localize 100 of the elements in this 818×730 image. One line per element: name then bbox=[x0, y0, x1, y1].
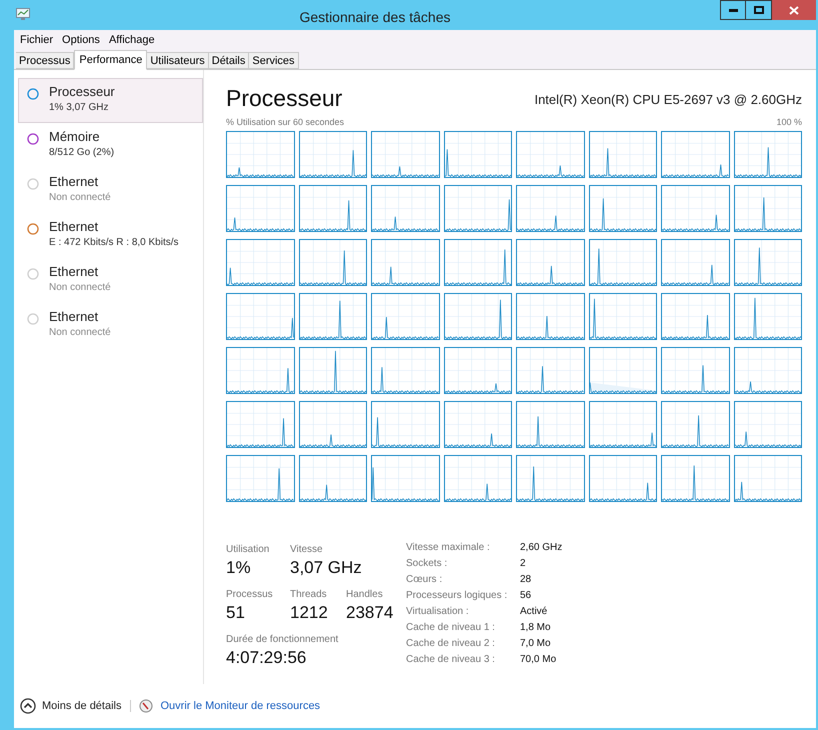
cpu-core-graph bbox=[516, 400, 584, 448]
panel-title: Processeur bbox=[226, 84, 342, 112]
sidebar-item[interactable]: Ethernet Non connecté bbox=[18, 258, 203, 303]
maximize-button[interactable] bbox=[746, 0, 772, 20]
cpu-core-graph bbox=[516, 454, 584, 502]
stat-value: 1212 bbox=[290, 602, 329, 624]
stat-label: Handles bbox=[346, 588, 384, 602]
spec-value: 2 bbox=[520, 556, 527, 571]
cpu-core-graph bbox=[516, 346, 584, 394]
cpu-core-graph bbox=[444, 346, 512, 394]
menu-item[interactable]: Affichage bbox=[108, 32, 155, 48]
item-detail: Non connecté bbox=[49, 326, 111, 340]
item-detail: Non connecté bbox=[49, 191, 111, 205]
cpu-core-graph bbox=[516, 130, 584, 178]
app-icon bbox=[16, 8, 30, 20]
cpu-core-graph bbox=[298, 238, 367, 286]
cpu-core-graph bbox=[516, 184, 584, 232]
spec-label: Cache de niveau 1 : bbox=[406, 621, 496, 636]
cpu-core-graph bbox=[734, 184, 802, 232]
cpu-core-graph bbox=[734, 346, 802, 394]
item-detail: 1% 3,07 GHz bbox=[49, 101, 110, 115]
cpu-core-graph bbox=[298, 454, 367, 502]
spec-value: 1,8 Mo bbox=[520, 621, 552, 636]
spec-value: 2,60 GHz bbox=[520, 540, 562, 554]
cpu-core-graph bbox=[226, 292, 294, 340]
stat-value: 1% bbox=[226, 556, 252, 578]
spec-label: Cache de niveau 3 : bbox=[406, 653, 496, 668]
cpu-core-graph bbox=[734, 130, 802, 178]
cpu-core-graph bbox=[444, 184, 512, 232]
spec-label: Processeurs logiques : bbox=[406, 588, 508, 603]
minimize-button[interactable] bbox=[720, 0, 746, 20]
cpu-core-graph bbox=[226, 184, 294, 232]
resource-monitor-link[interactable]: Ouvrir le Moniteur de ressources bbox=[160, 698, 320, 714]
menu-item[interactable]: Fichier bbox=[20, 32, 54, 48]
sidebar-item[interactable]: Ethernet E : 472 Kbits/s R : 8,0 Kbits/s bbox=[18, 213, 203, 258]
cpu-core-graph bbox=[298, 400, 367, 448]
item-name: Mémoire bbox=[49, 128, 101, 145]
cpu-core-graph bbox=[371, 130, 440, 178]
cpu-core-graph bbox=[516, 238, 584, 286]
item-name: Ethernet bbox=[49, 308, 100, 325]
cpu-core-graph bbox=[734, 454, 802, 502]
sidebar-item[interactable]: Ethernet Non connecté bbox=[18, 168, 203, 213]
stat-value: 3,07 GHz bbox=[290, 556, 363, 578]
item-detail: E : 472 Kbits/s R : 8,0 Kbits/s bbox=[49, 236, 179, 250]
cpu-core-graph bbox=[444, 238, 512, 286]
cpu-core-graph bbox=[371, 400, 440, 448]
cpu-core-graph bbox=[661, 184, 730, 232]
cpu-core-graph bbox=[371, 292, 440, 340]
tab[interactable]: Utilisateurs bbox=[147, 52, 209, 69]
stat-label: Utilisation bbox=[226, 542, 270, 556]
spec-label: Cache de niveau 2 : bbox=[406, 637, 496, 652]
tab[interactable]: Services bbox=[249, 52, 299, 69]
cpu-core-graph bbox=[371, 346, 440, 394]
sidebar-item[interactable]: Mémoire 8/512 Go (2%) bbox=[18, 123, 203, 168]
sidebar-item[interactable]: Ethernet Non connecté bbox=[18, 303, 203, 348]
tab[interactable]: Performance bbox=[74, 50, 148, 70]
gauge-icon bbox=[138, 699, 152, 713]
spec-label: Sockets : bbox=[406, 556, 448, 571]
cpu-core-graph bbox=[226, 238, 294, 286]
stat-value: 51 bbox=[226, 602, 246, 624]
cpu-core-graph bbox=[661, 238, 730, 286]
cpu-core-graph bbox=[298, 184, 367, 232]
item-name: Ethernet bbox=[49, 263, 100, 280]
cpu-core-graph bbox=[734, 238, 802, 286]
menu-item[interactable]: Options bbox=[62, 32, 100, 48]
stat-value: 4:07:29:56 bbox=[226, 646, 308, 668]
cpu-core-graph bbox=[588, 238, 657, 286]
cpu-core-graph bbox=[226, 454, 294, 502]
graph-max-label: 100 % bbox=[776, 116, 802, 129]
sidebar-item[interactable]: Processeur 1% 3,07 GHz bbox=[18, 78, 203, 123]
stat-label: Threads bbox=[290, 588, 328, 602]
tab[interactable]: Détails bbox=[208, 52, 250, 69]
cpu-core-graph bbox=[226, 130, 294, 178]
cpu-core-graph bbox=[298, 346, 367, 394]
spec-value: 56 bbox=[520, 588, 532, 603]
close-button[interactable] bbox=[772, 0, 816, 20]
graph-caption: % Utilisation sur 60 secondes bbox=[226, 116, 344, 129]
stat-label: Processus bbox=[226, 588, 274, 602]
close-icon bbox=[789, 6, 799, 14]
cpu-core-graph bbox=[661, 292, 730, 340]
item-name: Processeur bbox=[49, 83, 115, 100]
spec-label: Vitesse maximale : bbox=[406, 540, 491, 554]
cpu-core-graph bbox=[588, 184, 657, 232]
spec-value: 28 bbox=[520, 572, 532, 587]
item-name: Ethernet bbox=[49, 218, 100, 235]
cpu-core-graph bbox=[298, 292, 367, 340]
item-name: Ethernet bbox=[49, 173, 100, 190]
cpu-core-graph bbox=[588, 292, 657, 340]
spec-value: 7,0 Mo bbox=[520, 637, 552, 652]
chevron-up-icon bbox=[20, 698, 36, 714]
tab[interactable]: Processus bbox=[16, 52, 74, 69]
spec-value: 70,0 Mo bbox=[520, 653, 558, 668]
cpu-core-graph bbox=[298, 130, 367, 178]
item-detail: Non connecté bbox=[49, 281, 111, 295]
cpu-core-graph bbox=[444, 400, 512, 448]
less-details-button[interactable]: Moins de détails bbox=[20, 698, 122, 714]
cpu-core-graph bbox=[734, 400, 802, 448]
cpu-core-graph bbox=[516, 292, 584, 340]
cpu-core-graph bbox=[734, 292, 802, 340]
window-title: Gestionnaire des tâches bbox=[298, 8, 452, 27]
